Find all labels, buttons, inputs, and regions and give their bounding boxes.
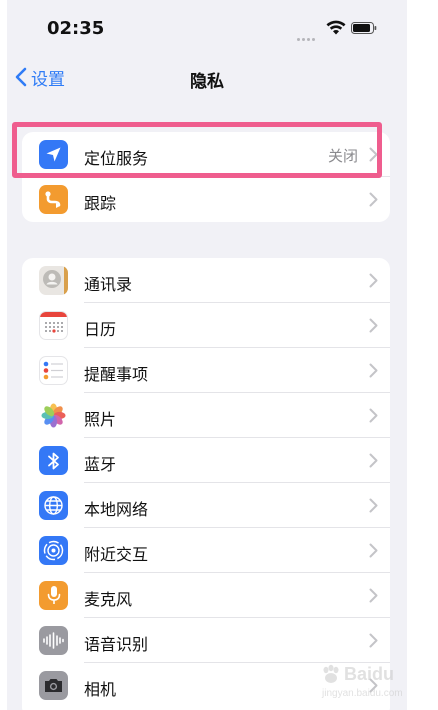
battery-icon (351, 22, 377, 34)
row-label: 跟踪 (84, 194, 117, 213)
row-nearby-interactions[interactable]: 附近交互 (22, 528, 390, 573)
row-microphone[interactable]: 麦克风 (22, 573, 390, 618)
speech-recognition-icon (39, 626, 68, 655)
settings-group-apps: 通讯录 日历 提醒事项 照片 蓝牙 本地网络 附近交互 麦克风 语音识别 相机 (22, 258, 390, 710)
reminders-icon (39, 356, 68, 385)
row-bluetooth[interactable]: 蓝牙 (22, 438, 390, 483)
globe-icon (39, 491, 68, 520)
row-label: 通讯录 (84, 275, 133, 294)
nearby-interactions-icon (39, 536, 68, 565)
row-label: 提醒事项 (84, 365, 149, 384)
chevron-right-icon (369, 192, 378, 207)
row-label: 相机 (84, 680, 117, 699)
row-label: 语音识别 (84, 635, 149, 654)
row-contacts[interactable]: 通讯录 (22, 258, 390, 303)
chevron-right-icon (369, 453, 378, 468)
chevron-right-icon (369, 318, 378, 333)
status-time: 02:35 (47, 18, 105, 39)
chevron-right-icon (369, 273, 378, 288)
row-value: 关闭 (327, 147, 358, 165)
row-label: 附近交互 (84, 545, 149, 564)
row-label: 蓝牙 (84, 455, 117, 474)
watermark: Baidu jingyan.baidu.com (320, 662, 415, 704)
row-local-network[interactable]: 本地网络 (22, 483, 390, 528)
photos-icon (39, 401, 68, 430)
chevron-right-icon (369, 147, 378, 162)
row-label: 本地网络 (84, 500, 149, 519)
camera-icon (39, 671, 68, 700)
chevron-right-icon (369, 588, 378, 603)
watermark-text: Baidu (344, 664, 395, 684)
bluetooth-icon (39, 446, 68, 475)
chevron-right-icon (369, 543, 378, 558)
tracking-icon (39, 185, 68, 214)
row-tracking[interactable]: 跟踪 (22, 177, 390, 222)
row-label: 日历 (84, 320, 117, 339)
navigation-bar: 设置 隐私 (7, 56, 407, 100)
chevron-right-icon (369, 363, 378, 378)
paw-logo-icon (323, 664, 339, 683)
chevron-right-icon (369, 408, 378, 423)
calendar-icon (39, 311, 68, 340)
row-label: 照片 (84, 410, 117, 429)
row-location-services[interactable]: 定位服务 关闭 (22, 132, 390, 177)
chevron-right-icon (369, 633, 378, 648)
phone-screen: 02:35 设置 隐私 定位服务 关闭 跟踪 通讯录 日历 提醒事项 照片 蓝牙… (7, 0, 407, 710)
signal-dots-icon (297, 26, 321, 41)
contacts-icon (39, 266, 68, 295)
microphone-icon (39, 581, 68, 610)
location-arrow-icon (39, 140, 68, 169)
row-label: 麦克风 (84, 590, 133, 609)
row-reminders[interactable]: 提醒事项 (22, 348, 390, 393)
watermark-subtext: jingyan.baidu.com (322, 688, 403, 699)
wifi-icon (326, 20, 346, 35)
chevron-right-icon (369, 498, 378, 513)
page-title: 隐私 (190, 72, 224, 92)
row-calendar[interactable]: 日历 (22, 303, 390, 348)
settings-group-top: 定位服务 关闭 跟踪 (22, 132, 390, 222)
status-bar: 02:35 (7, 0, 407, 56)
row-photos[interactable]: 照片 (22, 393, 390, 438)
row-speech-recognition[interactable]: 语音识别 (22, 618, 390, 663)
row-label: 定位服务 (84, 149, 149, 168)
